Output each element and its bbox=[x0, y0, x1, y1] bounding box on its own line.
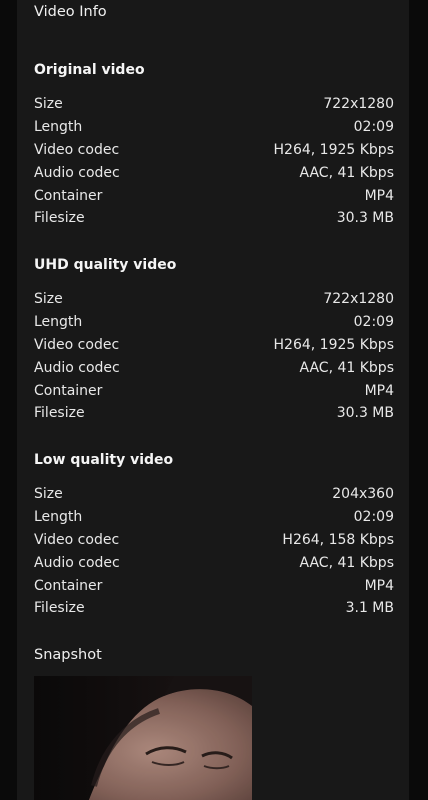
row-label: Audio codec bbox=[34, 359, 120, 376]
row-value: H264, 158 Kbps bbox=[282, 531, 394, 548]
section-title: Original video bbox=[34, 62, 145, 78]
row-label: Video codec bbox=[34, 336, 120, 353]
info-row-audio-codec: Audio codec AAC, 41 Kbps bbox=[34, 356, 394, 379]
section-original-video: Original video Size 722x1280 Length 02:09 … bbox=[34, 61, 394, 230]
info-row-length: Length 02:09 bbox=[34, 311, 394, 334]
info-row-container: Container MP4 bbox=[34, 574, 394, 597]
row-value: MP4 bbox=[364, 577, 394, 594]
info-rows: Size 722x1280 Length 02:09 Video codec H264… bbox=[34, 288, 394, 425]
panel-title: Video Info bbox=[34, 4, 107, 20]
info-rows: Size 722x1280 Length 02:09 Video codec H264… bbox=[34, 93, 394, 230]
row-value: H264, 1925 Kbps bbox=[273, 141, 394, 158]
info-row-container: Container MP4 bbox=[34, 184, 394, 207]
row-value: 3.1 MB bbox=[345, 600, 394, 617]
info-row-container: Container MP4 bbox=[34, 379, 394, 402]
row-label: Length bbox=[34, 314, 83, 331]
row-value: MP4 bbox=[364, 187, 394, 204]
row-value: 02:09 bbox=[353, 119, 394, 136]
row-label: Filesize bbox=[34, 405, 85, 422]
snapshot-thumbnail[interactable] bbox=[34, 676, 252, 800]
row-label: Length bbox=[34, 119, 83, 136]
row-label: Size bbox=[34, 291, 63, 308]
snapshot-image bbox=[34, 676, 252, 800]
row-value: AAC, 41 Kbps bbox=[299, 554, 395, 571]
row-label: Size bbox=[34, 486, 63, 503]
info-rows: Size 204x360 Length 02:09 Video codec H264,… bbox=[34, 483, 394, 620]
row-value: H264, 1925 Kbps bbox=[273, 336, 394, 353]
row-label: Length bbox=[34, 509, 83, 526]
row-label: Container bbox=[34, 577, 103, 594]
row-value: 30.3 MB bbox=[336, 405, 394, 422]
row-label: Filesize bbox=[34, 600, 85, 617]
row-value: 204x360 bbox=[332, 486, 394, 503]
row-value: 02:09 bbox=[353, 509, 394, 526]
row-value: AAC, 41 Kbps bbox=[299, 359, 395, 376]
info-row-length: Length 02:09 bbox=[34, 116, 394, 139]
info-row-video-codec: Video codec H264, 158 Kbps bbox=[34, 529, 394, 552]
row-value: AAC, 41 Kbps bbox=[299, 164, 395, 181]
info-row-length: Length 02:09 bbox=[34, 506, 394, 529]
section-title: UHD quality video bbox=[34, 257, 177, 273]
row-label: Video codec bbox=[34, 141, 120, 158]
info-row-size: Size 722x1280 bbox=[34, 93, 394, 116]
info-row-filesize: Filesize 30.3 MB bbox=[34, 207, 394, 230]
row-value: 30.3 MB bbox=[336, 210, 394, 227]
info-row-audio-codec: Audio codec AAC, 41 Kbps bbox=[34, 551, 394, 574]
info-row-filesize: Filesize 30.3 MB bbox=[34, 402, 394, 425]
row-value: 722x1280 bbox=[323, 291, 394, 308]
row-label: Filesize bbox=[34, 210, 85, 227]
row-label: Container bbox=[34, 187, 103, 204]
row-value: 722x1280 bbox=[323, 96, 394, 113]
row-label: Audio codec bbox=[34, 164, 120, 181]
section-uhd-quality-video: UHD quality video Size 722x1280 Length 02:… bbox=[34, 256, 394, 425]
info-row-video-codec: Video codec H264, 1925 Kbps bbox=[34, 334, 394, 357]
section-low-quality-video: Low quality video Size 204x360 Length 02:0… bbox=[34, 451, 394, 620]
info-row-size: Size 204x360 bbox=[34, 483, 394, 506]
row-label: Container bbox=[34, 382, 103, 399]
info-row-video-codec: Video codec H264, 1925 Kbps bbox=[34, 139, 394, 162]
row-label: Video codec bbox=[34, 531, 120, 548]
row-label: Audio codec bbox=[34, 554, 120, 571]
page: Video Info Original video Size 722x1280 L… bbox=[0, 0, 428, 800]
info-row-size: Size 722x1280 bbox=[34, 288, 394, 311]
section-title: Low quality video bbox=[34, 452, 174, 468]
snapshot-label: Snapshot bbox=[34, 647, 102, 663]
row-value: MP4 bbox=[364, 382, 394, 399]
row-label: Size bbox=[34, 96, 63, 113]
info-row-audio-codec: Audio codec AAC, 41 Kbps bbox=[34, 161, 394, 184]
row-value: 02:09 bbox=[353, 314, 394, 331]
info-row-filesize: Filesize 3.1 MB bbox=[34, 597, 394, 620]
